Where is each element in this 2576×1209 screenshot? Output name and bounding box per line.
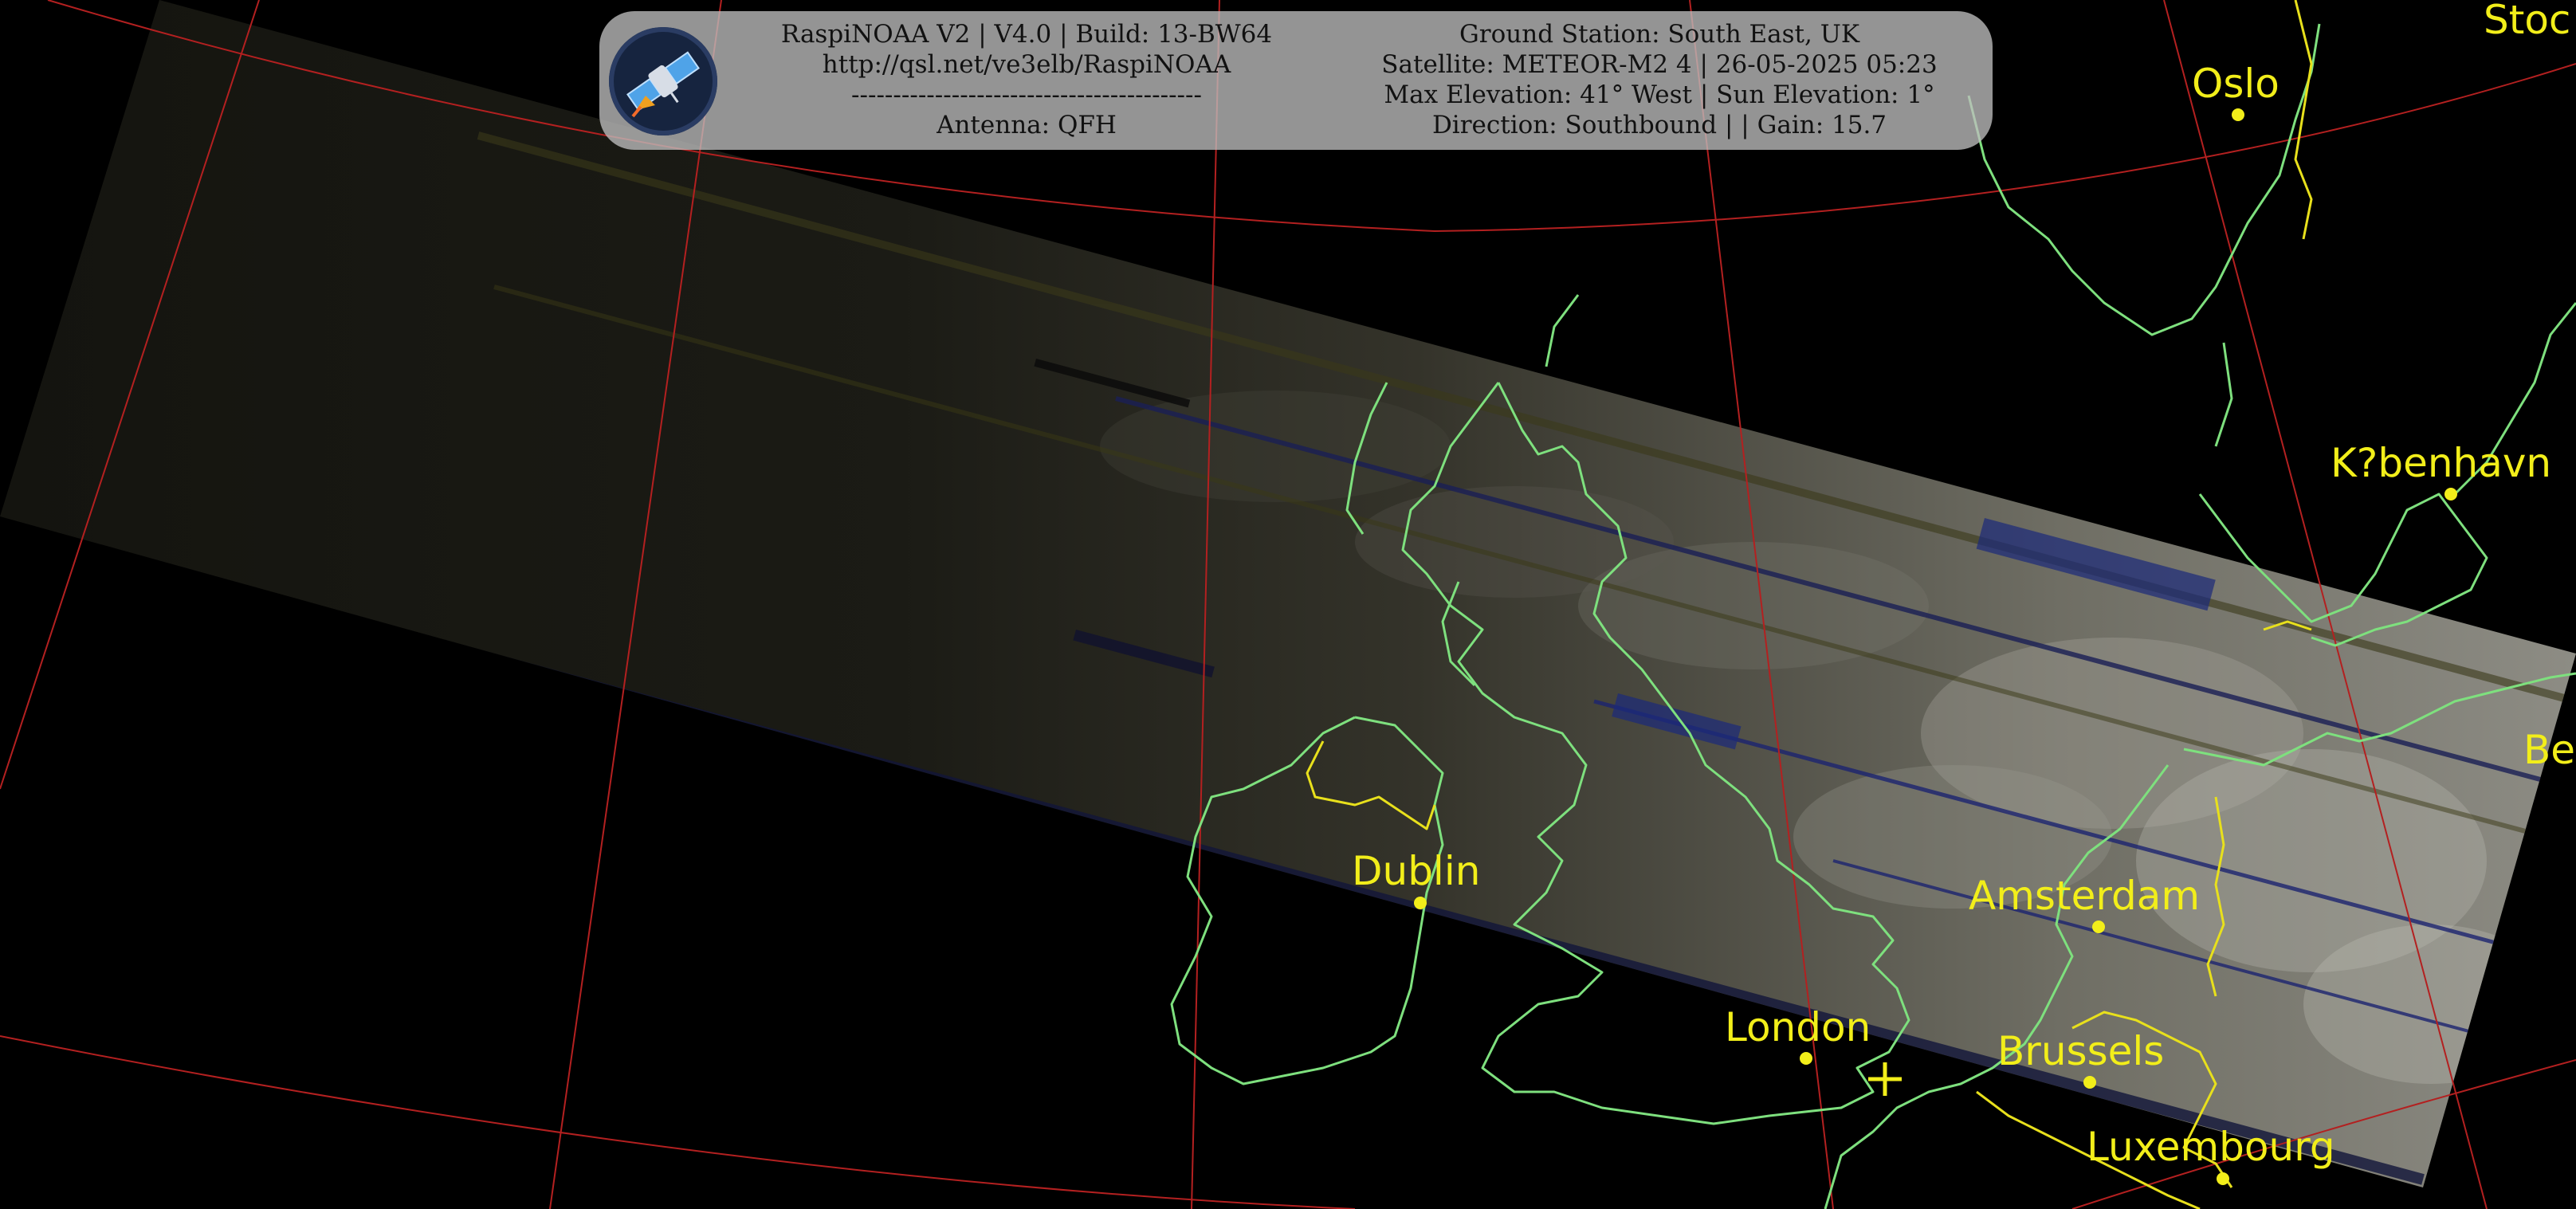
svg-text:Brussels: Brussels	[1997, 1028, 2164, 1074]
direction-gain-line: Direction: Southbound | | Gain: 15.7	[1431, 111, 1887, 139]
svg-text:Be: Be	[2523, 727, 2575, 773]
city-berlin-partial: Be	[2523, 727, 2575, 773]
svg-text:Dublin: Dublin	[1352, 848, 1480, 894]
svg-text:Luxembourg: Luxembourg	[2087, 1124, 2335, 1170]
svg-text:Amsterdam: Amsterdam	[1969, 873, 2200, 919]
satellite-logo-icon	[609, 27, 717, 135]
svg-text:Oslo: Oslo	[2192, 61, 2280, 107]
antenna-line: Antenna: QFH	[937, 111, 1117, 139]
ground-station-line: Ground Station: South East, UK	[1459, 20, 1859, 49]
svg-text:Stoc: Stoc	[2484, 0, 2570, 43]
build-info-column: RaspiNOAA V2 | V4.0 | Build: 13-BW64 htt…	[724, 19, 1329, 140]
svg-text:London: London	[1725, 1004, 1871, 1050]
separator-line: ----------------------------------------…	[851, 80, 1202, 109]
pass-info-panel: RaspiNOAA V2 | V4.0 | Build: 13-BW64 htt…	[599, 11, 1993, 150]
pass-details-column: Ground Station: South East, UK Satellite…	[1333, 19, 1986, 140]
project-url: http://qsl.net/ve3elb/RaspiNOAA	[822, 50, 1231, 79]
satellite-line: Satellite: METEOR-M2 4 | 26-05-2025 05:2…	[1381, 50, 1938, 79]
city-stockholm-partial: Stoc	[2484, 0, 2570, 43]
build-line: RaspiNOAA V2 | V4.0 | Build: 13-BW64	[780, 20, 1273, 49]
satellite-map: Oslo K?benhavn Dublin Amsterdam London B…	[0, 0, 2576, 1209]
elevation-line: Max Elevation: 41° West | Sun Elevation:…	[1384, 80, 1935, 109]
svg-text:K?benhavn: K?benhavn	[2331, 440, 2551, 486]
